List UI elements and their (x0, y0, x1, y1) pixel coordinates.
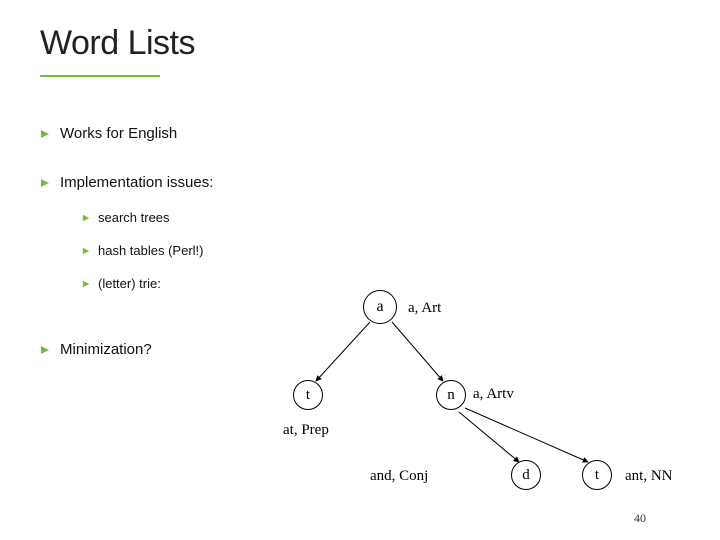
bullet-item: Works for English (40, 125, 680, 142)
title-underline (40, 75, 160, 77)
sub-bullet-text: (letter) trie: (98, 276, 161, 291)
bullet-with-sub: Implementation issues: search trees hash… (60, 174, 213, 309)
sub-bullet-item: (letter) trie: (82, 276, 213, 291)
trie-node-t: t (293, 380, 323, 410)
bullet-item: Minimization? (40, 341, 680, 358)
trie-node-d: d (511, 460, 541, 490)
play-bullet-icon (40, 178, 50, 188)
play-bullet-icon (40, 345, 50, 355)
slide-title: Word Lists (40, 24, 680, 63)
trie-node-t2: t (582, 460, 612, 490)
play-bullet-icon (40, 129, 50, 139)
bullet-item: Implementation issues: search trees hash… (40, 174, 680, 309)
sub-bullet-list: search trees hash tables (Perl!) (letter… (82, 210, 213, 291)
page-number: 40 (634, 511, 646, 526)
trie-label-and-conj: and, Conj (370, 468, 428, 485)
trie-label-at-prep: at, Prep (283, 422, 329, 439)
trie-label-ant-nn: ant, NN (625, 468, 673, 485)
sub-bullet-item: hash tables (Perl!) (82, 243, 213, 258)
bullet-list: Works for English Implementation issues:… (40, 125, 680, 358)
bullet-text: Works for English (60, 125, 177, 142)
sub-bullet-text: search trees (98, 210, 170, 225)
bullet-text: Minimization? (60, 341, 152, 358)
play-bullet-icon (82, 280, 90, 288)
play-bullet-icon (82, 247, 90, 255)
sub-bullet-text: hash tables (Perl!) (98, 243, 204, 258)
bullet-text: Implementation issues: (60, 174, 213, 191)
sub-bullet-item: search trees (82, 210, 213, 225)
play-bullet-icon (82, 214, 90, 222)
trie-node-n: n (436, 380, 466, 410)
slide: Word Lists Works for English Implementat… (0, 0, 720, 540)
trie-label-a-artv: a, Artv (473, 386, 514, 403)
